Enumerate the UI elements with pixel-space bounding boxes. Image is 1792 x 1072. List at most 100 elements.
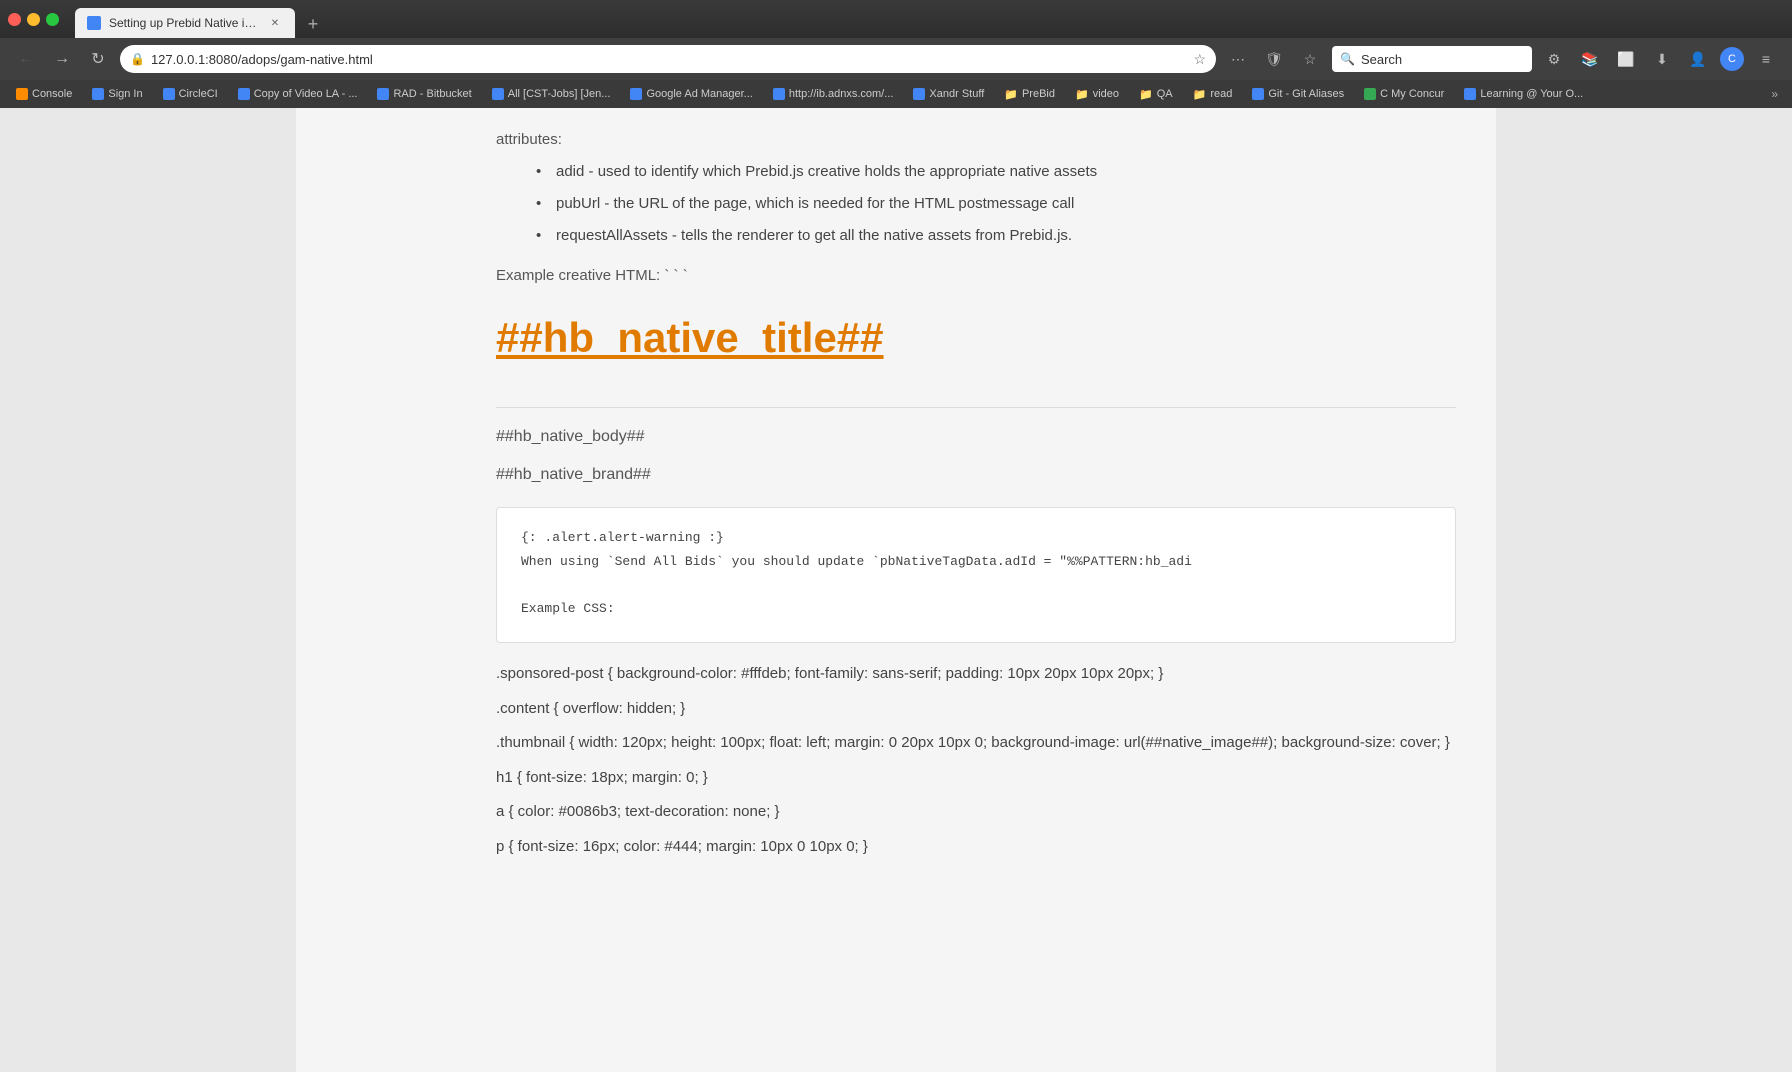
bookmark-video[interactable]: 📁 video (1067, 86, 1127, 103)
history-icon[interactable]: 📚 (1576, 45, 1604, 73)
address-bar[interactable]: 🔒 127.0.0.1:8080/adops/gam-native.html ☆ (120, 45, 1216, 73)
bookmark-adnxs[interactable]: http://ib.adnxs.com/... (765, 86, 902, 102)
screenshot-icon[interactable]: ⬜ (1612, 45, 1640, 73)
css-line-4: h1 { font-size: 18px; margin: 0; } (496, 767, 1456, 790)
bookmark-label: Sign In (108, 88, 142, 100)
new-tab-button[interactable]: + (299, 10, 327, 38)
bookmark-favicon (238, 88, 250, 100)
title-bar: Setting up Prebid Native in Google... ✕ … (0, 0, 1792, 38)
bookmark-favicon (773, 88, 785, 100)
account-icon[interactable]: 👤 (1684, 45, 1712, 73)
tab-favicon (87, 16, 101, 30)
divider (496, 407, 1456, 408)
bookmark-label: Google Ad Manager... (646, 88, 752, 100)
bookmark-read[interactable]: 📁 read (1185, 86, 1241, 103)
native-title-link[interactable]: ##hb_native_title## (496, 304, 884, 371)
code-line-1: {: .alert.alert-warning :} (521, 528, 1431, 548)
nav-bar: ← → ↻ 🔒 127.0.0.1:8080/adops/gam-native.… (0, 38, 1792, 80)
bookmark-label: http://ib.adnxs.com/... (789, 88, 894, 100)
bookmark-favicon (1252, 88, 1264, 100)
bookmark-favicon (630, 88, 642, 100)
bookmark-prebid[interactable]: 📁 PreBid (996, 86, 1063, 103)
native-title-container: ##hb_native_title## (496, 304, 1456, 391)
attributes-label: attributes: (496, 128, 1456, 152)
native-body-text: ##hb_native_body## (496, 424, 1456, 450)
example-label: Example creative HTML: ` ` ` (496, 264, 1456, 288)
bookmark-favicon (16, 88, 28, 100)
bookmark-label: RAD - Bitbucket (393, 88, 471, 100)
minimize-button[interactable] (27, 13, 40, 26)
bookmark-label: Console (32, 88, 72, 100)
reload-button[interactable]: ↻ (84, 45, 112, 73)
tab-close-button[interactable]: ✕ (267, 15, 283, 31)
menu-button[interactable]: ≡ (1752, 45, 1780, 73)
devtools-icon[interactable]: ⚙ (1540, 45, 1568, 73)
bookmarks-overflow-button[interactable]: » (1765, 85, 1784, 103)
css-line-6: p { font-size: 16px; color: #444; margin… (496, 836, 1456, 859)
bookmark-learning[interactable]: Learning @ Your O... (1456, 86, 1591, 102)
bookmark-label: All [CST-Jobs] [Jen... (508, 88, 611, 100)
list-item: requestAllAssets - tells the renderer to… (536, 224, 1456, 248)
bookmark-label: Git - Git Aliases (1268, 88, 1344, 100)
css-line-2: .content { overflow: hidden; } (496, 698, 1456, 721)
profile-avatar[interactable]: C (1720, 47, 1744, 71)
search-bar[interactable]: 🔍 Search (1332, 46, 1532, 72)
bookmark-git[interactable]: Git - Git Aliases (1244, 86, 1352, 102)
bookmark-favicon (1464, 88, 1476, 100)
css-line-5: a { color: #0086b3; text-decoration: non… (496, 801, 1456, 824)
bookmark-favicon (1364, 88, 1376, 100)
bookmark-label: C My Concur (1380, 88, 1444, 100)
traffic-lights (8, 13, 59, 26)
address-text: 127.0.0.1:8080/adops/gam-native.html (151, 52, 1187, 67)
bookmark-label: Learning @ Your O... (1480, 88, 1583, 100)
bookmark-qa[interactable]: 📁 QA (1131, 86, 1181, 103)
download-icon[interactable]: ⬇ (1648, 45, 1676, 73)
lock-icon: 🔒 (130, 52, 145, 66)
forward-button[interactable]: → (48, 45, 76, 73)
bookmark-label: Copy of Video LA - ... (254, 88, 358, 100)
bookmark-label: QA (1157, 88, 1173, 100)
bookmark-label: PreBid (1022, 88, 1055, 100)
bullet-list: adid - used to identify which Prebid.js … (536, 160, 1456, 248)
tab-title: Setting up Prebid Native in Google... (109, 16, 259, 30)
bookmark-label: Xandr Stuff (929, 88, 984, 100)
css-line-3: .thumbnail { width: 120px; height: 100px… (496, 732, 1456, 755)
code-line-2: When using `Send All Bids` you should up… (521, 552, 1431, 572)
code-line-4: Example CSS: (521, 599, 1431, 619)
bookmark-gam[interactable]: Google Ad Manager... (622, 86, 760, 102)
bookmark-xandr[interactable]: Xandr Stuff (905, 86, 992, 102)
maximize-button[interactable] (46, 13, 59, 26)
bookmark-label: video (1093, 88, 1119, 100)
bookmark-favicon (913, 88, 925, 100)
bookmarks-bar: Console Sign In CircleCI Copy of Video L… (0, 80, 1792, 108)
active-tab[interactable]: Setting up Prebid Native in Google... ✕ (75, 8, 295, 38)
bookmark-concur[interactable]: C My Concur (1356, 86, 1452, 102)
list-item: adid - used to identify which Prebid.js … (536, 160, 1456, 184)
code-block: {: .alert.alert-warning :} When using `S… (496, 507, 1456, 643)
bookmark-favicon (92, 88, 104, 100)
bookmark-rad-bitbucket[interactable]: RAD - Bitbucket (369, 86, 479, 102)
folder-icon: 📁 (1139, 88, 1153, 101)
bookmark-signin[interactable]: Sign In (84, 86, 150, 102)
page-content: attributes: adid - used to identify whic… (0, 108, 1792, 1072)
close-button[interactable] (8, 13, 21, 26)
bookmark-cst-jobs[interactable]: All [CST-Jobs] [Jen... (484, 86, 619, 102)
bookmark-favicon (163, 88, 175, 100)
native-brand-text: ##hb_native_brand## (496, 462, 1456, 488)
bookmark-favicon (492, 88, 504, 100)
bookmark-console[interactable]: Console (8, 86, 80, 102)
back-button[interactable]: ← (12, 45, 40, 73)
folder-icon: 📁 (1004, 88, 1018, 101)
bookmark-label: CircleCI (179, 88, 218, 100)
folder-icon: 📁 (1193, 88, 1207, 101)
shield-icon[interactable]: 🛡 (1260, 45, 1288, 73)
code-line-3 (521, 575, 1431, 595)
search-input[interactable]: Search (1361, 52, 1402, 67)
bookmark-video-la[interactable]: Copy of Video LA - ... (230, 86, 366, 102)
extensions-button[interactable]: ⋯ (1224, 45, 1252, 73)
bookmark-circleci[interactable]: CircleCI (155, 86, 226, 102)
search-icon: 🔍 (1340, 52, 1355, 66)
star-icon[interactable]: ☆ (1296, 45, 1324, 73)
bookmark-star-icon[interactable]: ☆ (1193, 51, 1206, 68)
bookmark-favicon (377, 88, 389, 100)
